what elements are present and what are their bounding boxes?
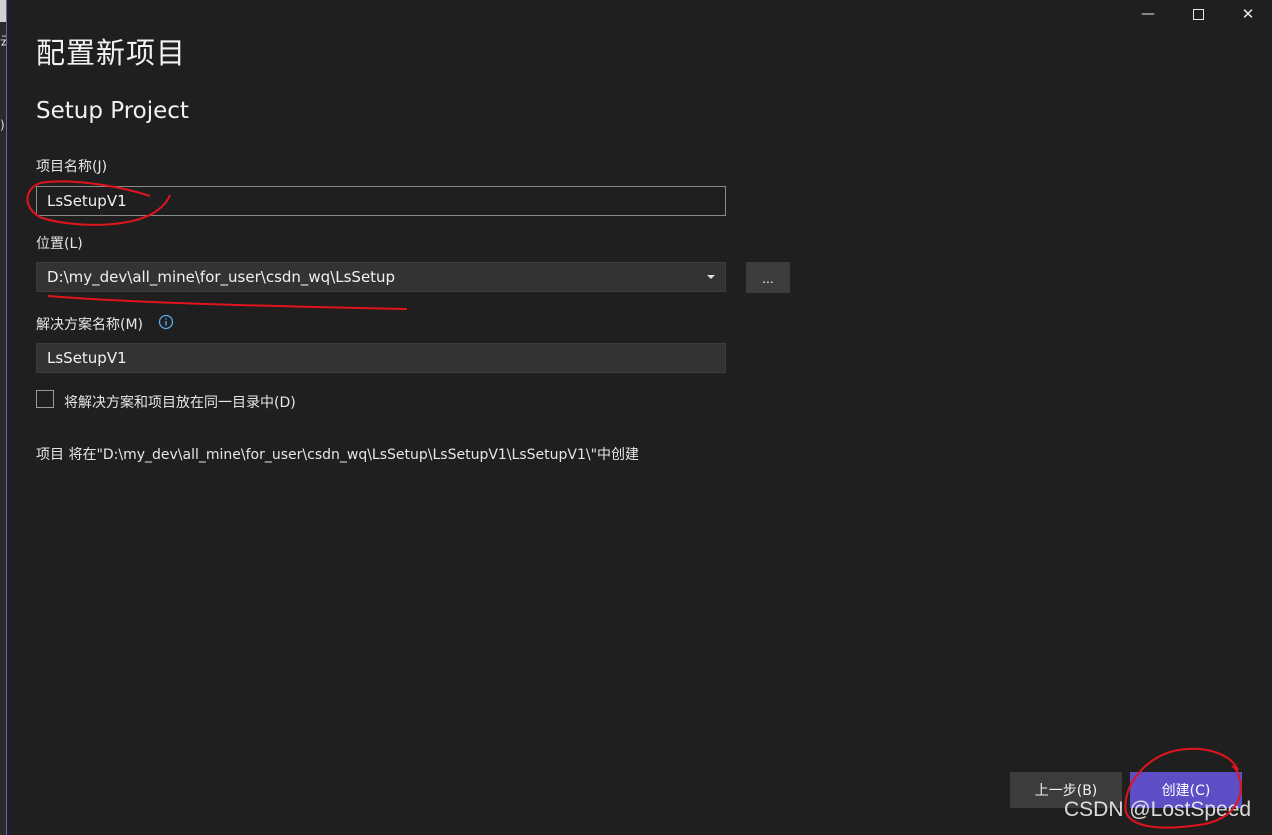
minimize-icon: — xyxy=(1141,6,1155,22)
parent-window-fragment: 云 xyxy=(0,34,6,48)
solution-name-input[interactable] xyxy=(36,343,726,373)
template-name: Setup Project xyxy=(36,98,189,124)
project-name-label: 项目名称(J) xyxy=(36,159,108,175)
same-directory-checkbox[interactable] xyxy=(36,390,54,408)
project-path-summary: 项目 将在"D:\my_dev\all_mine\for_user\csdn_w… xyxy=(36,447,640,463)
location-combo[interactable]: D:\my_dev\all_mine\for_user\csdn_wq\LsSe… xyxy=(36,262,726,292)
same-directory-label[interactable]: 将解决方案和项目放在同一目录中(D) xyxy=(64,392,296,412)
close-icon: ✕ xyxy=(1241,5,1255,23)
page-title: 配置新项目 xyxy=(36,36,187,70)
parent-window-edge: 云 ) xyxy=(0,0,7,835)
close-button[interactable]: ✕ xyxy=(1224,0,1272,28)
dropdown-arrow-icon[interactable] xyxy=(707,275,715,279)
hand-drawn-annotations xyxy=(26,180,1242,829)
location-label: 位置(L) xyxy=(36,236,83,252)
minimize-button[interactable]: — xyxy=(1124,0,1172,28)
annotation-underline-location xyxy=(47,295,408,310)
maximize-icon xyxy=(1192,8,1204,20)
parent-window-fragment: ) xyxy=(0,118,5,132)
parent-window-fragment xyxy=(0,0,6,22)
solution-name-label: 解决方案名称(M) xyxy=(36,317,144,333)
project-name-input[interactable] xyxy=(36,186,726,216)
location-value: D:\my_dev\all_mine\for_user\csdn_wq\LsSe… xyxy=(47,268,396,286)
watermark: CSDN @LostSpeed xyxy=(1064,798,1252,821)
maximize-button[interactable] xyxy=(1174,0,1222,28)
info-icon[interactable] xyxy=(158,314,174,330)
browse-button[interactable]: ... xyxy=(746,262,790,293)
